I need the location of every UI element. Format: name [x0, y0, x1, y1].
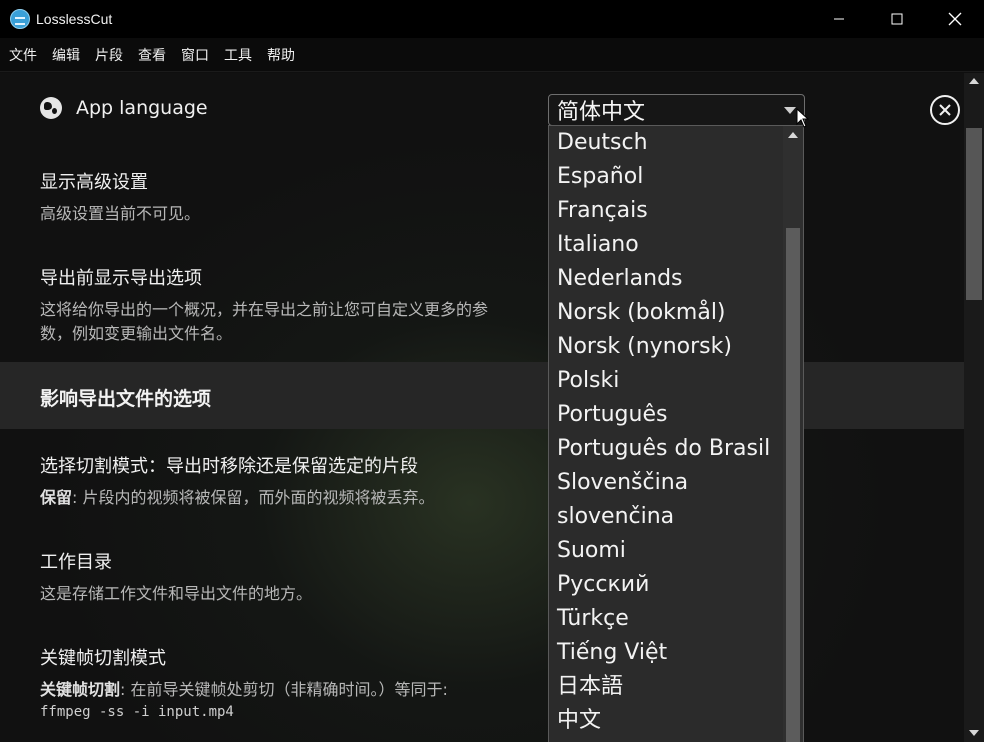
- language-option[interactable]: Norsk (nynorsk): [549, 330, 803, 364]
- language-option[interactable]: Español: [549, 160, 803, 194]
- setting-description: 高级设置当前不可见。: [40, 204, 201, 223]
- setting-title: 显示高级设置: [40, 172, 148, 193]
- title-bar: LosslessCut: [0, 0, 984, 38]
- minimize-icon: [834, 18, 844, 20]
- menu-segments[interactable]: 片段: [95, 45, 123, 65]
- menu-view[interactable]: 查看: [138, 45, 166, 65]
- app-language-row: App language: [40, 97, 208, 119]
- menu-file[interactable]: 文件: [9, 45, 37, 65]
- setting-title: 工作目录: [40, 552, 112, 573]
- close-settings-button[interactable]: [930, 95, 960, 125]
- setting-description: 这将给你导出的一个概况，并在导出之前让您可自定义更多的参数，例如变更输出文件名。: [40, 300, 489, 343]
- dropdown-scroll-thumb[interactable]: [786, 228, 800, 742]
- dropdown-scrollbar[interactable]: [783, 126, 803, 742]
- window-title: LosslessCut: [36, 11, 113, 27]
- setting-description: 关键帧切割: 在前导关键帧处剪切（非精确时间。）等同于:: [40, 678, 510, 702]
- language-option[interactable]: Türkçe: [549, 602, 803, 636]
- setting-description-text: : 片段内的视频将被保留，而外面的视频将被丢弃。: [72, 488, 435, 507]
- scroll-up-icon[interactable]: [969, 78, 979, 84]
- settings-scrollbar[interactable]: [964, 73, 984, 742]
- setting-export-options[interactable]: 导出前显示导出选项 这将给你导出的一个概况，并在导出之前让您可自定义更多的参数，…: [40, 264, 510, 346]
- close-icon: [948, 12, 962, 26]
- setting-title: 关键帧切割模式: [40, 648, 166, 669]
- setting-keyframe-cut[interactable]: 关键帧切割模式 关键帧切割: 在前导关键帧处剪切（非精确时间。）等同于: ffm…: [40, 644, 510, 720]
- setting-advanced[interactable]: 显示高级设置 高级设置当前不可见。: [40, 168, 510, 226]
- close-icon: [939, 104, 951, 116]
- setting-title: 导出前显示导出选项: [40, 268, 202, 289]
- language-option[interactable]: Deutsch: [549, 126, 803, 160]
- language-option[interactable]: 日本語: [549, 670, 803, 704]
- maximize-button[interactable]: [868, 0, 926, 38]
- setting-title: 选择切割模式：导出时移除还是保留选定的片段: [40, 456, 418, 477]
- setting-working-directory[interactable]: 工作目录 这是存储工作文件和导出文件的地方。: [40, 548, 510, 606]
- language-option[interactable]: Français: [549, 194, 803, 228]
- setting-value: 保留: [40, 488, 73, 507]
- setting-description: 这是存储工作文件和导出文件的地方。: [40, 584, 313, 603]
- settings-panel: App language 显示高级设置 高级设置当前不可见。 导出前显示导出选项…: [0, 73, 964, 742]
- language-dropdown-list[interactable]: Deutsch Español Français Italiano Nederl…: [548, 125, 804, 742]
- language-option[interactable]: Tiếng Việt: [549, 636, 803, 670]
- menu-tools[interactable]: 工具: [224, 45, 252, 65]
- setting-description: 保留: 片段内的视频将被保留，而外面的视频将被丢弃。: [40, 486, 510, 510]
- language-option[interactable]: Nederlands: [549, 262, 803, 296]
- menu-bar: 文件 编辑 片段 查看 窗口 工具 帮助: [0, 38, 984, 72]
- scroll-down-icon[interactable]: [969, 730, 979, 736]
- menu-help[interactable]: 帮助: [267, 45, 295, 65]
- setting-cut-mode[interactable]: 选择切割模式：导出时移除还是保留选定的片段 保留: 片段内的视频将被保留，而外面…: [40, 452, 510, 510]
- window-controls: [810, 0, 984, 38]
- section-title: 影响导出文件的选项: [40, 388, 212, 410]
- maximize-icon: [891, 13, 903, 25]
- setting-value: 关键帧切割: [40, 680, 121, 699]
- language-option[interactable]: Italiano: [549, 228, 803, 262]
- app-language-label: App language: [76, 97, 208, 119]
- language-option[interactable]: Português do Brasil: [549, 432, 803, 466]
- ffmpeg-command: ffmpeg -ss -i input.mp4: [40, 704, 234, 720]
- close-window-button[interactable]: [926, 0, 984, 38]
- language-option[interactable]: Português: [549, 398, 803, 432]
- language-option[interactable]: 中文: [549, 704, 803, 738]
- menu-window[interactable]: 窗口: [181, 45, 209, 65]
- language-option[interactable]: Slovenščina: [549, 466, 803, 500]
- language-option[interactable]: Polski: [549, 364, 803, 398]
- menu-edit[interactable]: 编辑: [52, 45, 80, 65]
- mouse-cursor-icon: [796, 108, 810, 128]
- minimize-button[interactable]: [810, 0, 868, 38]
- app-logo-icon: [10, 9, 30, 29]
- section-header: 影响导出文件的选项: [0, 362, 964, 429]
- language-option[interactable]: slovenčina: [549, 500, 803, 534]
- language-select-value: 简体中文: [557, 100, 646, 125]
- scroll-up-icon[interactable]: [788, 132, 798, 138]
- language-option[interactable]: Suomi: [549, 534, 803, 568]
- chevron-down-icon: [784, 107, 796, 114]
- globe-icon: [40, 97, 62, 119]
- setting-description-text: : 在前导关键帧处剪切（非精确时间。）等同于:: [120, 680, 448, 699]
- language-option[interactable]: Norsk (bokmål): [549, 296, 803, 330]
- settings-scroll-thumb[interactable]: [966, 128, 982, 300]
- language-select[interactable]: 简体中文: [548, 94, 805, 126]
- language-option[interactable]: Русский: [549, 568, 803, 602]
